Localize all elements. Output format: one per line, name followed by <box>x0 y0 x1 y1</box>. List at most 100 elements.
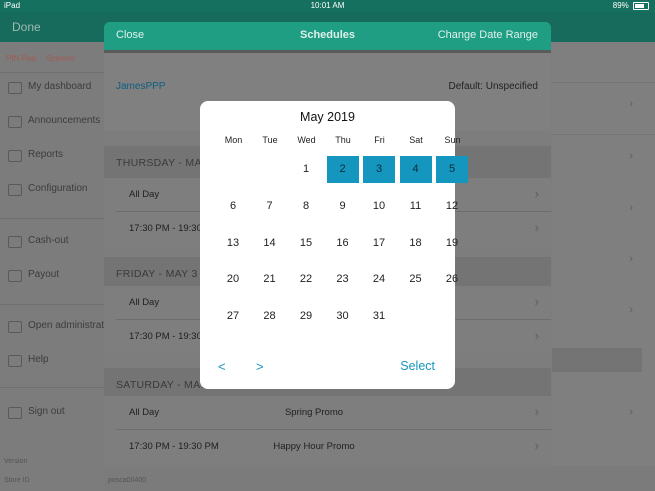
calendar-day[interactable]: 27 <box>217 303 249 330</box>
divider <box>0 387 104 388</box>
sidebar-item-label: Configuration <box>28 183 88 194</box>
calendar-day[interactable]: 1 <box>290 156 322 183</box>
calendar-day[interactable]: 24 <box>363 266 395 293</box>
schedule-time: 17:30 PM - 19:30 <box>129 223 202 234</box>
calendar-day[interactable]: 21 <box>254 266 286 293</box>
weekday-label: Wed <box>297 135 316 145</box>
calendar-day[interactable]: 25 <box>400 266 432 293</box>
calendar-day[interactable]: 8 <box>290 193 322 220</box>
payout-icon <box>8 270 22 282</box>
schedule-promo: Happy Hour Promo <box>273 441 355 452</box>
schedule-time: 17:30 PM - 19:30 PM <box>129 441 219 452</box>
sidebar-item-help[interactable]: Help <box>0 347 104 375</box>
next-month-button[interactable]: > <box>256 359 264 374</box>
weekday-label: Thu <box>335 135 351 145</box>
background-panel: › › › › › › <box>552 42 655 491</box>
schedule-time: All Day <box>129 407 160 418</box>
default-schedule-text: Default: Unspecified <box>448 81 539 92</box>
calendar-day[interactable]: 11 <box>400 193 432 220</box>
weekday-label: Sun <box>444 135 461 145</box>
schedule-time: 17:30 PM - 19:30 <box>129 331 202 342</box>
modal-header: Close Schedules Change Date Range <box>104 22 551 50</box>
weekday-label: Sat <box>409 135 423 145</box>
calendar-day[interactable]: 22 <box>290 266 322 293</box>
chevron-right-icon: › <box>629 150 633 162</box>
previous-month-button[interactable]: < <box>218 359 226 374</box>
calendar-day-selected[interactable]: 5 <box>436 156 468 183</box>
sidebar-item-reports[interactable]: Reports <box>0 142 104 170</box>
calendar-day[interactable]: 28 <box>254 303 286 330</box>
battery-percent: 89% <box>612 1 629 10</box>
chevron-right-icon: › <box>534 220 539 235</box>
sidebar-item-configuration[interactable]: Configuration <box>0 176 104 204</box>
megaphone-icon <box>8 116 22 128</box>
calendar-day[interactable]: 31 <box>363 303 395 330</box>
calendar-day[interactable]: 26 <box>436 266 468 293</box>
sidebar-item-label: Open administrati <box>28 320 107 331</box>
day-header: FRIDAY - MAY 3 <box>116 268 198 280</box>
select-button[interactable]: Select <box>400 359 435 373</box>
calendar-day[interactable]: 20 <box>217 266 249 293</box>
pin-pad-link[interactable]: PIN Pad <box>6 54 36 63</box>
calendar-day[interactable]: 30 <box>327 303 359 330</box>
chevron-right-icon: › <box>534 404 539 419</box>
calendar-month-title: May 2019 <box>300 110 355 124</box>
battery-icon <box>633 1 649 10</box>
chevron-right-icon: › <box>629 304 633 316</box>
sidebar-item-label: My dashboard <box>28 81 92 92</box>
calendar-day[interactable]: 19 <box>436 230 468 257</box>
schedule-row[interactable]: 17:30 PM - 19:30 PM Happy Hour Promo › <box>104 430 551 464</box>
calendar-day[interactable]: 9 <box>327 193 359 220</box>
calendar-day-selected[interactable]: 2 <box>326 156 359 183</box>
sidebar-item-sign-out[interactable]: Sign out <box>0 399 104 427</box>
change-date-range-button[interactable]: Change Date Range <box>438 29 538 41</box>
sidebar-item-payout[interactable]: Payout <box>0 262 104 290</box>
sidebar-top-links: PIN Pad Scanner <box>6 54 84 63</box>
calendar-day-selected[interactable]: 3 <box>363 156 395 183</box>
calendar-day[interactable]: 7 <box>254 193 286 220</box>
calendar-day[interactable]: 17 <box>363 230 395 257</box>
report-icon <box>8 150 22 162</box>
sidebar-item-label: Payout <box>28 269 60 280</box>
sidebar-item-label: Cash-out <box>28 235 69 246</box>
dashboard-icon <box>8 82 22 94</box>
chevron-right-icon: › <box>629 202 633 214</box>
schedule-promo: Spring Promo <box>284 407 344 418</box>
calendar-day[interactable]: 15 <box>290 230 322 257</box>
chevron-right-icon: › <box>629 406 633 418</box>
chevron-right-icon: › <box>629 253 633 265</box>
divider <box>0 218 104 219</box>
sidebar-item-cash-out[interactable]: Cash-out <box>0 228 104 256</box>
chevron-right-icon: › <box>534 328 539 343</box>
clock: 10:01 AM <box>310 1 345 10</box>
calendar-day[interactable]: 29 <box>290 303 322 330</box>
divider <box>0 304 104 305</box>
calendar-day[interactable]: 13 <box>217 230 249 257</box>
sidebar-item-label: Sign out <box>28 406 65 417</box>
divider <box>552 82 655 83</box>
calendar-day[interactable]: 16 <box>327 230 359 257</box>
calendar-day[interactable]: 18 <box>400 230 432 257</box>
sidebar-item-dashboard[interactable]: My dashboard <box>0 74 104 102</box>
day-header: THURSDAY - MA <box>116 157 202 169</box>
calendar-day[interactable]: 23 <box>327 266 359 293</box>
user-link[interactable]: JamesPPP <box>116 81 165 92</box>
schedule-time: All Day <box>129 189 160 200</box>
schedule-row[interactable]: All Day Spring Promo › <box>104 396 551 430</box>
calendar-day[interactable]: 10 <box>363 193 395 220</box>
scanner-link[interactable]: Scanner <box>46 54 76 63</box>
day-header: SATURDAY - MAY <box>116 379 207 391</box>
calendar-day[interactable]: 14 <box>254 230 286 257</box>
cash-icon <box>8 236 22 248</box>
calendar-day[interactable]: 6 <box>217 193 249 220</box>
calendar-day[interactable]: 12 <box>436 193 468 220</box>
sidebar-item-announcements[interactable]: Announcements <box>0 108 104 136</box>
schedule-time: All Day <box>129 297 160 308</box>
calendar-day-selected[interactable]: 4 <box>399 156 432 183</box>
sidebar-item-open-administration[interactable]: Open administrati <box>0 313 107 341</box>
chevron-right-icon: › <box>629 98 633 110</box>
chevron-right-icon: › <box>534 186 539 201</box>
done-button[interactable]: Done <box>12 20 41 34</box>
sidebar: PIN Pad Scanner My dashboard Announcemen… <box>0 42 107 491</box>
sidebar-item-label: Announcements <box>28 115 101 126</box>
